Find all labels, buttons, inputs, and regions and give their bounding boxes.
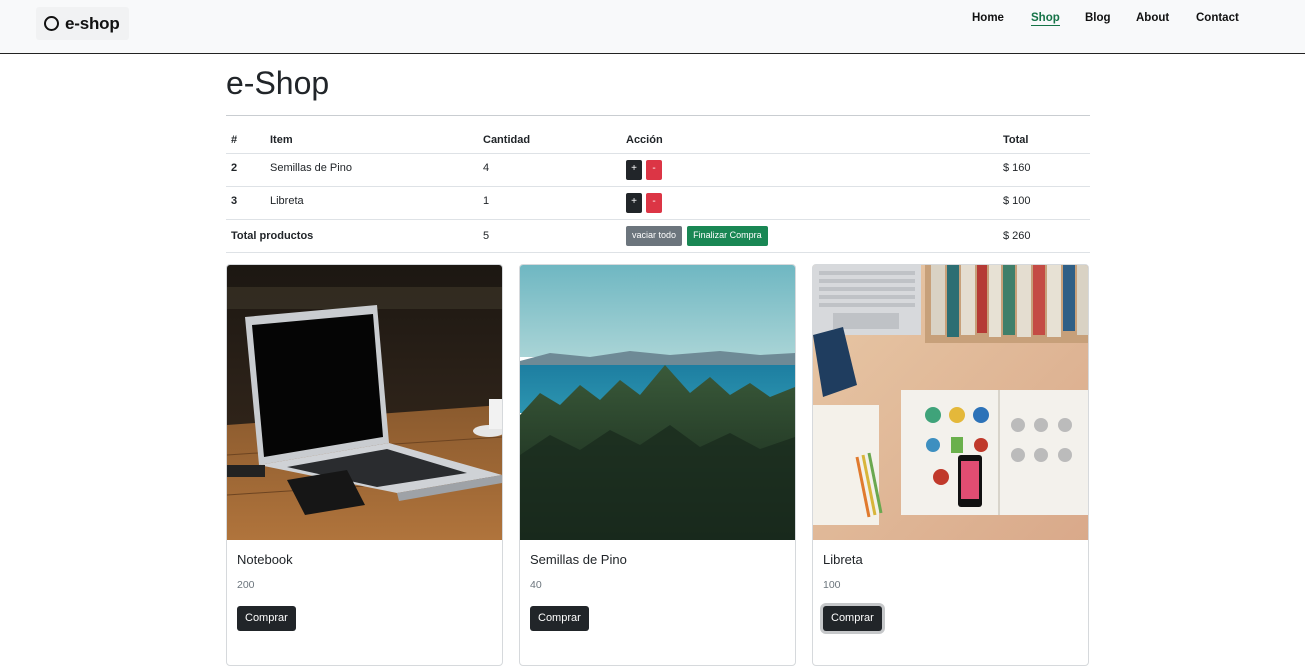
row-total: $ 100 xyxy=(1003,195,1031,207)
laptop-photo xyxy=(227,265,502,540)
product-title: Semillas de Pino xyxy=(530,552,627,567)
product-price: 100 xyxy=(823,579,841,591)
footer-actions: vaciar todo Finalizar Compra xyxy=(626,226,770,246)
circle-logo-icon xyxy=(44,16,59,31)
page-title: e-Shop xyxy=(226,65,330,101)
table-row: 2 Semillas de Pino 4 + - $ 160 xyxy=(226,154,1090,187)
product-price: 40 xyxy=(530,579,542,591)
buy-button[interactable]: Comprar xyxy=(530,606,589,631)
product-price: 200 xyxy=(237,579,255,591)
decrease-button[interactable]: - xyxy=(646,193,663,213)
header-action: Acción xyxy=(626,134,663,146)
row-actions: + - xyxy=(626,160,663,180)
decrease-button[interactable]: - xyxy=(646,160,663,180)
card-body: Notebook 200 Comprar xyxy=(237,552,492,631)
header-qty: Cantidad xyxy=(483,134,531,146)
header-item: Item xyxy=(270,134,293,146)
nav-blog[interactable]: Blog xyxy=(1085,12,1111,24)
buy-button[interactable]: Comprar xyxy=(823,606,882,631)
increase-button[interactable]: + xyxy=(626,193,642,213)
table-row: 3 Libreta 1 + - $ 100 xyxy=(226,187,1090,220)
row-qty: 1 xyxy=(483,195,490,207)
product-card: Notebook 200 Comprar xyxy=(226,264,503,666)
product-title: Libreta xyxy=(823,552,863,567)
nav-home[interactable]: Home xyxy=(972,12,1004,24)
row-total: $ 160 xyxy=(1003,162,1031,174)
card-body: Semillas de Pino 40 Comprar xyxy=(530,552,785,631)
product-title: Notebook xyxy=(237,552,293,567)
title-divider xyxy=(226,115,1090,116)
cart-header-row: # Item Cantidad Acción Total xyxy=(226,124,1090,154)
header-num: # xyxy=(231,134,238,146)
clear-cart-button[interactable]: vaciar todo xyxy=(626,226,683,246)
row-item: Libreta xyxy=(270,195,304,207)
row-qty: 4 xyxy=(483,162,490,174)
cart-table: # Item Cantidad Acción Total 2 Semillas … xyxy=(226,124,1090,253)
row-num: 2 xyxy=(231,162,238,174)
total-products-label: Total productos xyxy=(231,230,314,242)
row-actions: + - xyxy=(626,193,663,213)
notebook-desk-photo xyxy=(813,265,1088,540)
nav-contact[interactable]: Contact xyxy=(1196,12,1239,24)
brand-logo[interactable]: e-shop xyxy=(36,7,129,40)
row-item: Semillas de Pino xyxy=(270,162,352,174)
card-body: Libreta 100 Comprar xyxy=(823,552,1078,631)
total-qty: 5 xyxy=(483,230,490,242)
checkout-button[interactable]: Finalizar Compra xyxy=(687,226,768,246)
grand-total: $ 260 xyxy=(1003,230,1031,242)
navbar: e-shop Home Shop Blog About Contact xyxy=(0,0,1305,54)
nav-about[interactable]: About xyxy=(1136,12,1169,24)
row-num: 3 xyxy=(231,195,238,207)
nav-shop[interactable]: Shop xyxy=(1031,12,1060,26)
product-card: Semillas de Pino 40 Comprar xyxy=(519,264,796,666)
product-card: Libreta 100 Comprar xyxy=(812,264,1089,666)
pine-forest-photo xyxy=(520,265,795,540)
increase-button[interactable]: + xyxy=(626,160,642,180)
product-grid: Notebook 200 Comprar Semillas de Pino 40… xyxy=(226,264,1090,666)
header-total: Total xyxy=(1003,134,1029,146)
brand-name: e-shop xyxy=(65,13,120,33)
cart-footer-row: Total productos 5 vaciar todo Finalizar … xyxy=(226,220,1090,253)
buy-button[interactable]: Comprar xyxy=(237,606,296,631)
